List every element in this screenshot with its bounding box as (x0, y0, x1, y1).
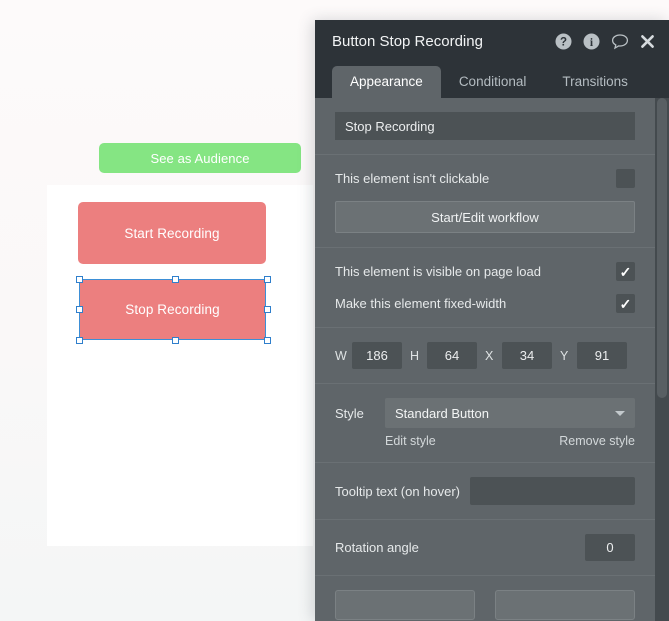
stop-recording-button-selected[interactable]: Stop Recording (79, 279, 266, 340)
chevron-down-icon (615, 410, 625, 416)
tooltip-input[interactable] (470, 477, 635, 505)
tooltip-row: Tooltip text (on hover) (335, 477, 635, 505)
rotation-row: Rotation angle 0 (335, 534, 635, 561)
fixed-width-row: Make this element fixed-width ✓ (335, 294, 635, 313)
style-row: Style Standard Button (335, 398, 635, 428)
style-links: Edit style Remove style (335, 434, 635, 448)
tab-appearance[interactable]: Appearance (332, 66, 441, 98)
start-recording-button[interactable]: Start Recording (78, 202, 266, 264)
selection-handle-middle-right[interactable] (264, 306, 271, 313)
visible-on-load-checkbox[interactable]: ✓ (616, 262, 635, 281)
visible-on-load-label: This element is visible on page load (335, 264, 541, 279)
fixed-width-checkbox[interactable]: ✓ (616, 294, 635, 313)
selection-handle-bottom-left[interactable] (76, 337, 83, 344)
tab-conditional[interactable]: Conditional (441, 66, 545, 98)
section-button-text: Stop Recording (315, 98, 655, 155)
selection-handle-top-left[interactable] (76, 276, 83, 283)
style-selected-value: Standard Button (395, 405, 489, 421)
clickable-row: This element isn't clickable ✓ (335, 169, 635, 188)
x-group: X 34 (485, 342, 552, 369)
clickable-label: This element isn't clickable (335, 171, 490, 186)
panel-body: Stop Recording This element isn't clicka… (315, 98, 655, 621)
check-mark-icon: ✓ (619, 263, 632, 280)
y-group: Y 91 (560, 342, 627, 369)
check-mark-icon: ✓ (619, 295, 632, 312)
svg-text:?: ? (560, 36, 567, 48)
start-edit-workflow-label: Start/Edit workflow (431, 209, 539, 225)
panel-title: Button Stop Recording (332, 32, 483, 50)
panel-header: Button Stop Recording ? i (315, 20, 669, 62)
edit-style-link[interactable]: Edit style (385, 434, 436, 448)
fixed-width-label: Make this element fixed-width (335, 296, 507, 311)
bottom-button-row (315, 590, 655, 620)
section-tooltip: Tooltip text (on hover) (315, 463, 655, 520)
section-rotation: Rotation angle 0 (315, 520, 655, 576)
section-dimensions: W 186 H 64 X 34 Y 91 (315, 328, 655, 384)
dimension-row: W 186 H 64 X 34 Y 91 (335, 342, 635, 369)
remove-style-link[interactable]: Remove style (559, 434, 635, 448)
see-as-audience-button[interactable]: See as Audience (99, 143, 301, 173)
tooltip-label: Tooltip text (on hover) (335, 483, 461, 499)
stop-recording-label: Stop Recording (125, 302, 220, 317)
bottom-action-button-right[interactable] (495, 590, 635, 620)
x-input[interactable]: 34 (502, 342, 552, 369)
start-recording-label: Start Recording (124, 225, 220, 241)
style-label: Style (335, 405, 364, 421)
selection-handle-bottom-center[interactable] (172, 337, 179, 344)
start-edit-workflow-button[interactable]: Start/Edit workflow (335, 201, 635, 233)
section-style: Style Standard Button Edit style Remove … (315, 384, 655, 463)
section-workflow: This element isn't clickable ✓ Start/Edi… (315, 155, 655, 248)
y-input[interactable]: 91 (577, 342, 627, 369)
x-label: X (485, 348, 494, 363)
width-label: W (335, 348, 347, 363)
panel-scrollbar[interactable] (655, 98, 669, 621)
bottom-action-button-left[interactable] (335, 590, 475, 620)
tab-transitions[interactable]: Transitions (544, 66, 646, 98)
selection-handle-top-center[interactable] (172, 276, 179, 283)
height-group: H 64 (410, 342, 477, 369)
y-label: Y (560, 348, 569, 363)
section-visibility: This element is visible on page load ✓ M… (315, 248, 655, 328)
selection-handle-top-right[interactable] (264, 276, 271, 283)
selection-handle-bottom-right[interactable] (264, 337, 271, 344)
see-as-audience-label: See as Audience (150, 150, 250, 166)
property-editor-panel: Button Stop Recording ? i Appearance Con… (315, 20, 669, 621)
button-text-value: Stop Recording (345, 118, 435, 134)
visible-on-load-row: This element is visible on page load ✓ (335, 262, 635, 281)
close-icon[interactable] (640, 34, 655, 49)
panel-tab-bar: Appearance Conditional Transitions (315, 62, 669, 98)
rotation-input[interactable]: 0 (585, 534, 635, 561)
width-input[interactable]: 186 (352, 342, 402, 369)
comment-icon[interactable] (611, 33, 629, 50)
selection-handle-middle-left[interactable] (76, 306, 83, 313)
height-label: H (410, 348, 420, 363)
info-icon[interactable]: i (583, 33, 600, 50)
help-icon[interactable]: ? (555, 33, 572, 50)
style-dropdown[interactable]: Standard Button (385, 398, 635, 428)
rotation-label: Rotation angle (335, 540, 419, 555)
button-text-input[interactable]: Stop Recording (335, 112, 635, 140)
panel-scrollbar-thumb[interactable] (657, 98, 667, 398)
section-bottom-actions (315, 576, 655, 620)
clickable-checkbox[interactable]: ✓ (616, 169, 635, 188)
width-group: W 186 (335, 342, 402, 369)
height-input[interactable]: 64 (427, 342, 477, 369)
